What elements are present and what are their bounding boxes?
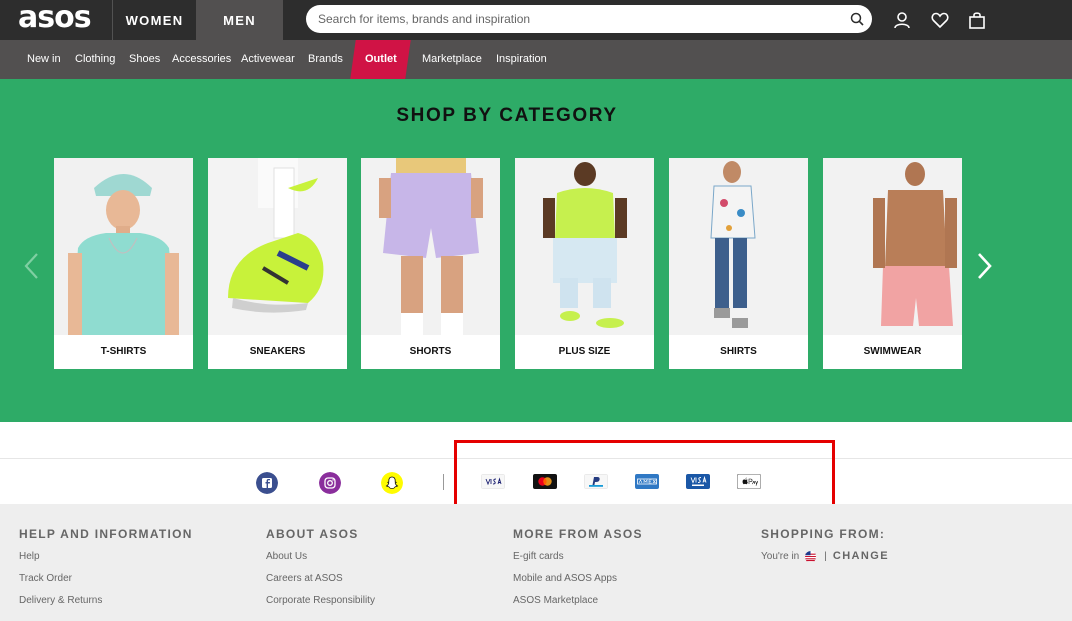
location-text: You're in: [761, 550, 800, 562]
shorts-photo: [361, 158, 500, 335]
american-express-icon: [635, 474, 659, 489]
top-bar: asos WOMEN MEN: [0, 0, 1072, 40]
section-title: SHOP BY CATEGORY: [396, 105, 618, 126]
card-label: SHORTS: [409, 346, 452, 357]
nav-clothing[interactable]: Clothing: [75, 40, 115, 79]
search-icon[interactable]: [850, 12, 864, 26]
footer-heading: ABOUT ASOS: [266, 527, 359, 541]
wishlist-heart-icon[interactable]: [931, 11, 949, 29]
tab-men[interactable]: MEN: [196, 0, 283, 40]
visa-icon: [481, 474, 505, 489]
nav-brands[interactable]: Brands: [308, 40, 343, 79]
footer-heading: MORE FROM ASOS: [513, 527, 643, 541]
footer-column-more: MORE FROM ASOS E-gift cards Mobile and A…: [513, 527, 643, 616]
separator: [443, 474, 444, 490]
us-flag-icon: [805, 550, 817, 562]
nav-inspiration[interactable]: Inspiration: [496, 40, 547, 79]
instagram-icon[interactable]: [319, 472, 341, 494]
nav-accessories[interactable]: Accessories: [172, 40, 231, 79]
category-card-sneakers[interactable]: SNEAKERS: [208, 158, 347, 369]
location-row: You're in | CHANGE: [761, 550, 889, 562]
footer: HELP AND INFORMATION Help Track Order De…: [0, 504, 1072, 621]
footer-column-shopping-from: SHOPPING FROM: You're in | CHANGE: [761, 527, 889, 562]
nav-outlet-label: Outlet: [364, 53, 397, 65]
footer-column-help: HELP AND INFORMATION Help Track Order De…: [19, 527, 193, 616]
sneakers-photo: [208, 158, 347, 335]
shop-by-category-section: SHOP BY CATEGORY T-SHIRTS SNEAKERS SHORT…: [0, 79, 1072, 422]
swimwear-photo: [823, 158, 962, 335]
nav-shoes[interactable]: Shoes: [129, 40, 160, 79]
search-input[interactable]: [318, 5, 838, 33]
carousel-prev-arrow-icon[interactable]: [22, 251, 42, 281]
separator-text: |: [824, 550, 827, 562]
card-label: PLUS SIZE: [558, 346, 611, 357]
visa-electron-icon: [686, 474, 710, 489]
mastercard-icon: [533, 474, 557, 489]
shopping-bag-icon[interactable]: [968, 11, 986, 29]
footer-heading: SHOPPING FROM:: [761, 527, 886, 541]
footer-link-delivery-returns[interactable]: Delivery & Returns: [19, 594, 193, 616]
footer-link-track-order[interactable]: Track Order: [19, 572, 193, 594]
search-bar: [306, 5, 872, 33]
footer-link-careers[interactable]: Careers at ASOS: [266, 572, 375, 594]
footer-heading: HELP AND INFORMATION: [19, 527, 193, 541]
facebook-icon[interactable]: [256, 472, 278, 494]
category-card-shirts[interactable]: SHIRTS: [669, 158, 808, 369]
carousel-next-arrow-icon[interactable]: [974, 251, 994, 281]
footer-link-apps[interactable]: Mobile and ASOS Apps: [513, 572, 643, 594]
paypal-icon: [584, 474, 608, 489]
divider: [0, 458, 1072, 459]
plus-size-photo: [515, 158, 654, 335]
asos-logo[interactable]: asos: [18, 3, 92, 33]
category-card-swimwear[interactable]: SWIMWEAR: [823, 158, 962, 369]
footer-column-about: ABOUT ASOS About Us Careers at ASOS Corp…: [266, 527, 375, 616]
footer-link-marketplace[interactable]: ASOS Marketplace: [513, 594, 643, 616]
nav-new-in[interactable]: New in: [27, 40, 61, 79]
nav-outlet[interactable]: Outlet: [350, 40, 411, 79]
card-label: SHIRTS: [720, 346, 757, 357]
category-card-shorts[interactable]: SHORTS: [361, 158, 500, 369]
footer-link-gift-cards[interactable]: E-gift cards: [513, 550, 643, 572]
category-card-plus-size[interactable]: PLUS SIZE: [515, 158, 654, 369]
snapchat-icon[interactable]: [381, 472, 403, 494]
change-location-link[interactable]: CHANGE: [833, 550, 889, 562]
card-label: SNEAKERS: [249, 346, 306, 357]
footer-link-about-us[interactable]: About Us: [266, 550, 375, 572]
footer-link-help[interactable]: Help: [19, 550, 193, 572]
shirts-photo: [669, 158, 808, 335]
account-icon[interactable]: [893, 11, 911, 29]
main-navigation: New in Clothing Shoes Accessories Active…: [0, 40, 1072, 79]
apple-pay-icon: [737, 474, 761, 489]
t-shirts-photo: [54, 158, 193, 335]
card-label: SWIMWEAR: [863, 346, 922, 357]
tab-women[interactable]: WOMEN: [112, 0, 196, 40]
footer-link-corporate-responsibility[interactable]: Corporate Responsibility: [266, 594, 375, 616]
nav-marketplace[interactable]: Marketplace: [422, 40, 482, 79]
nav-activewear[interactable]: Activewear: [241, 40, 295, 79]
card-label: T-SHIRTS: [100, 346, 147, 357]
category-card-t-shirts[interactable]: T-SHIRTS: [54, 158, 193, 369]
